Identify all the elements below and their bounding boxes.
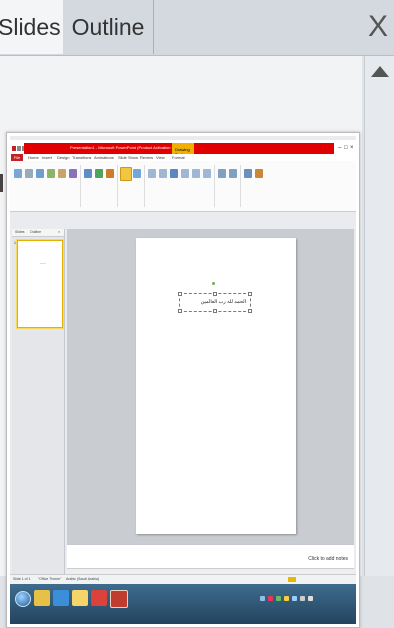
ribbon-separator (240, 165, 241, 207)
table-icon[interactable] (25, 169, 33, 178)
window-title: Presentation1 - Microsoft PowerPoint (Pr… (70, 145, 184, 150)
slide[interactable]: الحمد لله رب العالمين (136, 238, 296, 534)
chart-icon[interactable] (106, 169, 114, 178)
ribbon-tabs: File Home Insert Design Transitions Anim… (10, 154, 356, 161)
slide-number-icon[interactable] (192, 169, 200, 178)
slide-thumb-1[interactable]: —— (17, 240, 63, 328)
equation-icon[interactable] (218, 169, 226, 178)
system-tray (260, 594, 352, 604)
app-icon (12, 146, 16, 151)
tray-icon[interactable] (300, 596, 305, 601)
menu-file[interactable]: File (11, 154, 23, 161)
resize-handle[interactable] (213, 292, 217, 296)
rotation-handle[interactable] (212, 282, 215, 285)
status-theme: "Office Theme" (38, 577, 62, 581)
minimize-icon[interactable]: – (338, 145, 341, 151)
slide-number: 1 (14, 241, 16, 245)
slide-sorter-pane: Slides Outline × 1 —— (12, 229, 65, 587)
close-icon[interactable]: X (364, 10, 392, 44)
ribbon (10, 161, 356, 212)
powerpoint-taskbar-icon[interactable] (110, 590, 128, 608)
explorer-taskbar-icon[interactable] (34, 590, 50, 606)
thumb-text: —— (40, 261, 46, 265)
folder-taskbar-icon[interactable] (72, 590, 88, 606)
resize-handle[interactable] (213, 309, 217, 313)
menu-design[interactable]: Design (57, 155, 69, 160)
photo-album-icon[interactable] (69, 169, 77, 178)
window-title-bar: Presentation1 - Microsoft PowerPoint (Pr… (10, 140, 356, 157)
side-tab-slides[interactable]: Slides (15, 230, 25, 234)
window-close-icon[interactable]: × (350, 145, 354, 151)
tab-slides-label: Slides (0, 13, 61, 40)
shapes-icon[interactable] (84, 169, 92, 178)
tab-slides[interactable]: Slides (0, 0, 67, 54)
menu-format[interactable]: Format (172, 155, 185, 160)
vertical-scrollbar[interactable] (364, 56, 394, 576)
pane-tab-bar: Slides Outline X (0, 0, 394, 56)
menu-review[interactable]: Review (140, 155, 153, 160)
status-slide: Slide 1 of 1 (13, 577, 31, 581)
screenshot-icon[interactable] (58, 169, 66, 178)
menu-transitions[interactable]: Transitions (72, 155, 91, 160)
tray-icon[interactable] (260, 596, 265, 601)
audio-icon[interactable] (255, 169, 263, 178)
ribbon-separator (117, 165, 118, 207)
taskbar (10, 584, 356, 624)
tray-icon[interactable] (292, 596, 297, 601)
start-orb-icon[interactable] (15, 591, 31, 607)
ie-taskbar-icon[interactable] (53, 590, 69, 606)
text-box[interactable]: الحمد لله رب العالمين (178, 292, 252, 313)
symbol-icon[interactable] (229, 169, 237, 178)
tray-icon[interactable] (284, 596, 289, 601)
menu-slide-show[interactable]: Slide Show (118, 155, 138, 160)
wordart-icon[interactable] (170, 169, 178, 178)
ribbon-separator (214, 165, 215, 207)
clip-art-icon[interactable] (47, 169, 55, 178)
new-slide-icon[interactable] (14, 169, 22, 178)
resize-handle[interactable] (178, 309, 182, 313)
header-footer-icon[interactable] (159, 169, 167, 178)
text-box-content[interactable]: الحمد لله رب العالمين (201, 299, 246, 305)
slides-panel: Presentation1 - Microsoft PowerPoint (Pr… (0, 56, 362, 628)
ribbon-separator (80, 165, 81, 207)
menu-home[interactable]: Home (28, 155, 39, 160)
resize-handle[interactable] (178, 292, 182, 296)
side-close-icon[interactable]: × (58, 229, 60, 234)
embedded-screenshot: Presentation1 - Microsoft PowerPoint (Pr… (10, 136, 356, 624)
menu-animations[interactable]: Animations (94, 155, 114, 160)
tray-icon[interactable] (308, 596, 313, 601)
notes-placeholder: Click to add notes (308, 556, 348, 562)
zoom-indicator[interactable] (288, 577, 296, 582)
object-icon[interactable] (203, 169, 211, 178)
resize-handle[interactable] (248, 309, 252, 313)
date-time-icon[interactable] (181, 169, 189, 178)
text-box-icon[interactable] (148, 169, 156, 178)
menu-view[interactable]: View (156, 155, 165, 160)
side-tabs: Slides Outline × (12, 229, 64, 237)
chevron-up-icon[interactable] (371, 66, 389, 77)
tab-outline[interactable]: Outline (63, 0, 154, 54)
menu-insert[interactable]: Insert (42, 155, 52, 160)
tab-outline-label: Outline (71, 13, 145, 40)
resize-handle[interactable] (248, 292, 252, 296)
smartart-icon[interactable] (95, 169, 103, 178)
slide-thumbnail[interactable]: Presentation1 - Microsoft PowerPoint (Pr… (6, 132, 360, 628)
maximize-icon[interactable]: □ (344, 145, 348, 151)
tray-icon[interactable] (276, 596, 281, 601)
ribbon-separator (144, 165, 145, 207)
hyperlink-icon[interactable] (120, 167, 132, 181)
media-taskbar-icon[interactable] (91, 590, 107, 606)
status-language: Arabic (Saudi Arabia) (66, 577, 100, 581)
video-icon[interactable] (244, 169, 252, 178)
save-icon[interactable] (17, 146, 21, 151)
action-icon[interactable] (133, 169, 141, 178)
insertion-marker (0, 174, 3, 192)
notes-pane[interactable]: Click to add notes (67, 544, 354, 569)
side-tab-outline[interactable]: Outline (30, 230, 41, 234)
tray-icon[interactable] (268, 596, 273, 601)
picture-icon[interactable] (36, 169, 44, 178)
slide-canvas: الحمد لله رب العالمين (67, 229, 354, 544)
